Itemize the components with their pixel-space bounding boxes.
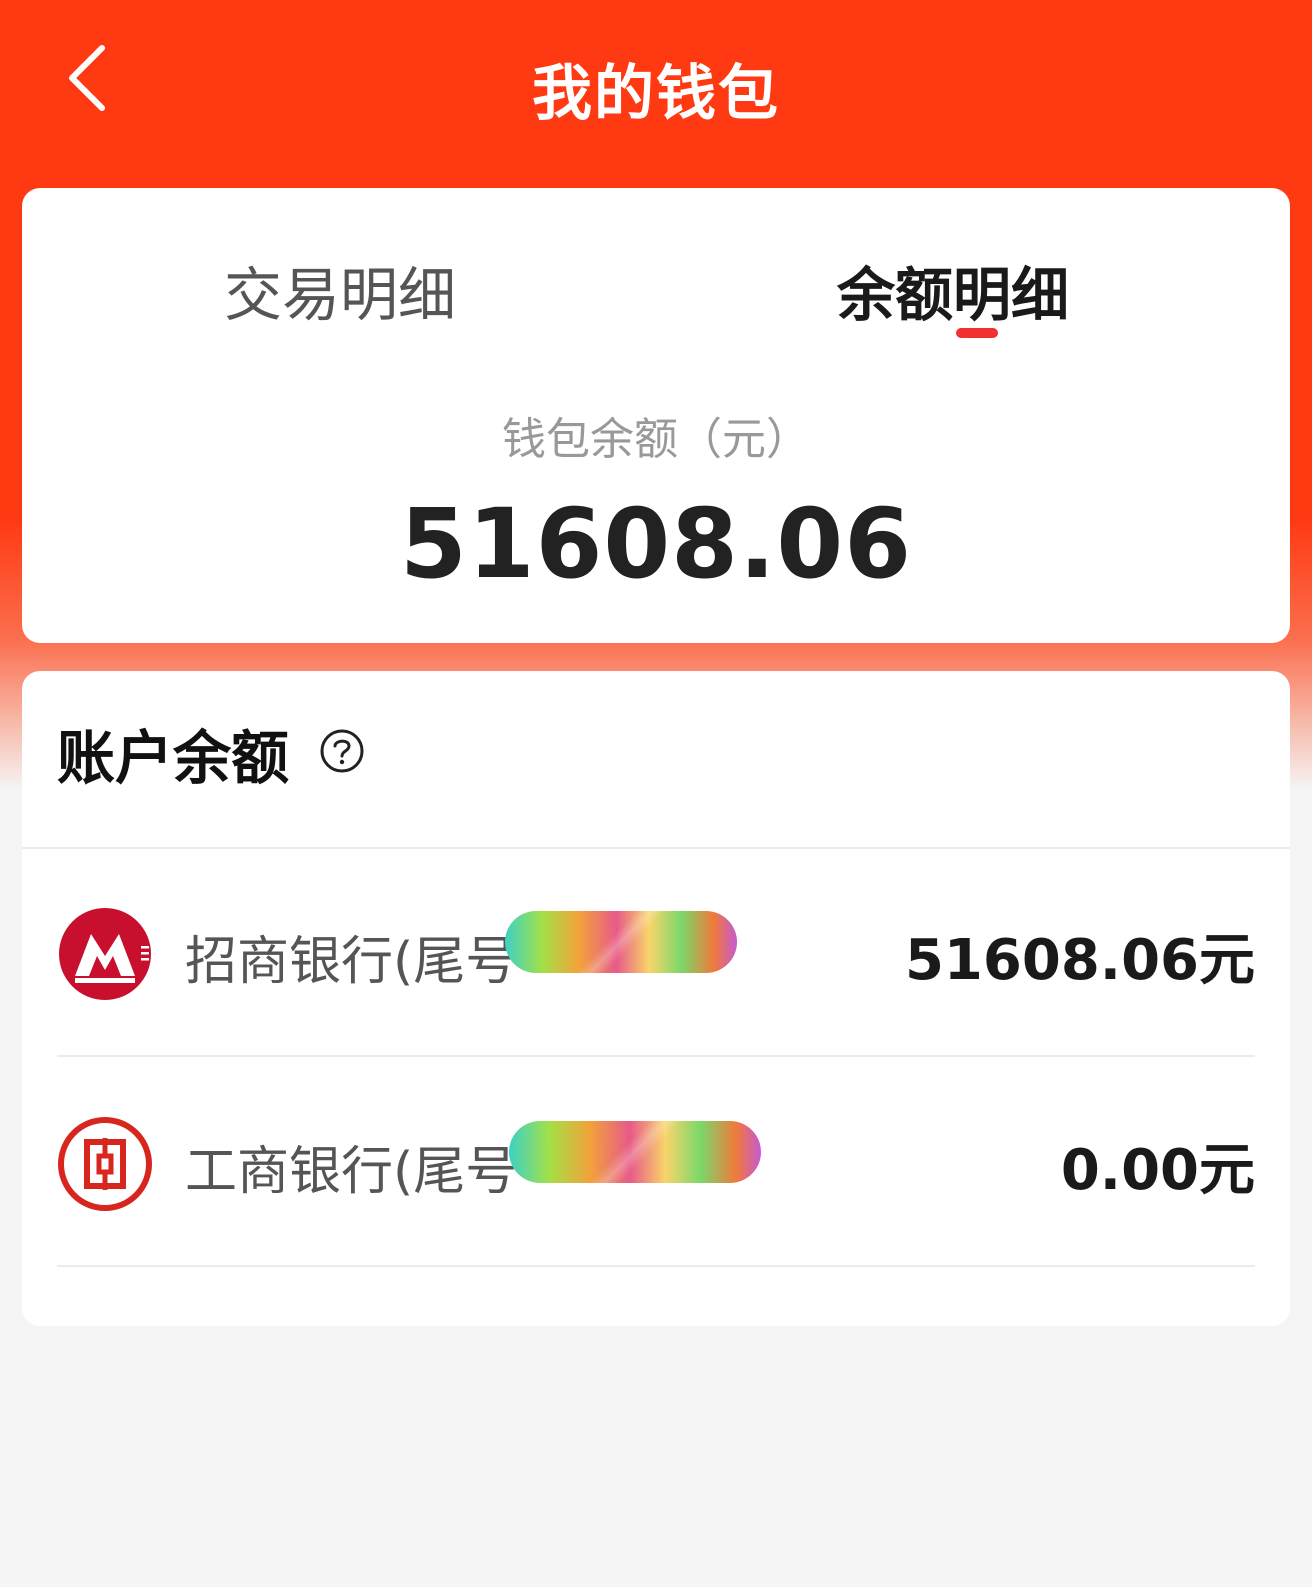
masked-card-number — [505, 911, 737, 973]
masked-card-number — [509, 1121, 761, 1183]
page-title: 我的钱包 — [532, 59, 780, 129]
icbc-bank-logo-icon — [57, 1116, 153, 1212]
cmb-bank-logo-icon — [57, 906, 153, 1002]
account-row-icbc[interactable]: 工商银行(尾号 0.00元 — [57, 1059, 1255, 1267]
account-amount: 51608.06元 — [904, 928, 1255, 993]
wallet-balance-card: 交易明细 余额明细 钱包余额（元） 51608.06 — [22, 188, 1290, 643]
account-amount: 0.00元 — [1060, 1138, 1255, 1203]
account-row-cmb[interactable]: 招商银行(尾号 51608.06元 — [57, 849, 1255, 1057]
tab-balance-details[interactable]: 余额明细 — [837, 248, 1069, 332]
tab-transaction-details[interactable]: 交易明细 — [224, 248, 456, 332]
bank-name: 招商银行(尾号 — [185, 932, 518, 992]
active-tab-indicator — [956, 328, 998, 338]
wallet-balance-label: 钱包余额（元） — [502, 414, 810, 465]
account-balance-card: 账户余额 招商银行(尾号 51608.06元 工商银行(尾号 0.00元 — [22, 671, 1290, 1326]
section-title: 账户余额 — [57, 724, 290, 792]
question-circle-icon[interactable] — [319, 728, 365, 774]
navigation-bar: 我的钱包 — [0, 0, 1312, 160]
bank-name: 工商银行(尾号 — [185, 1142, 518, 1202]
row-divider — [57, 1265, 1255, 1267]
row-divider — [57, 1055, 1255, 1057]
wallet-balance-value: 51608.06 — [399, 488, 913, 600]
